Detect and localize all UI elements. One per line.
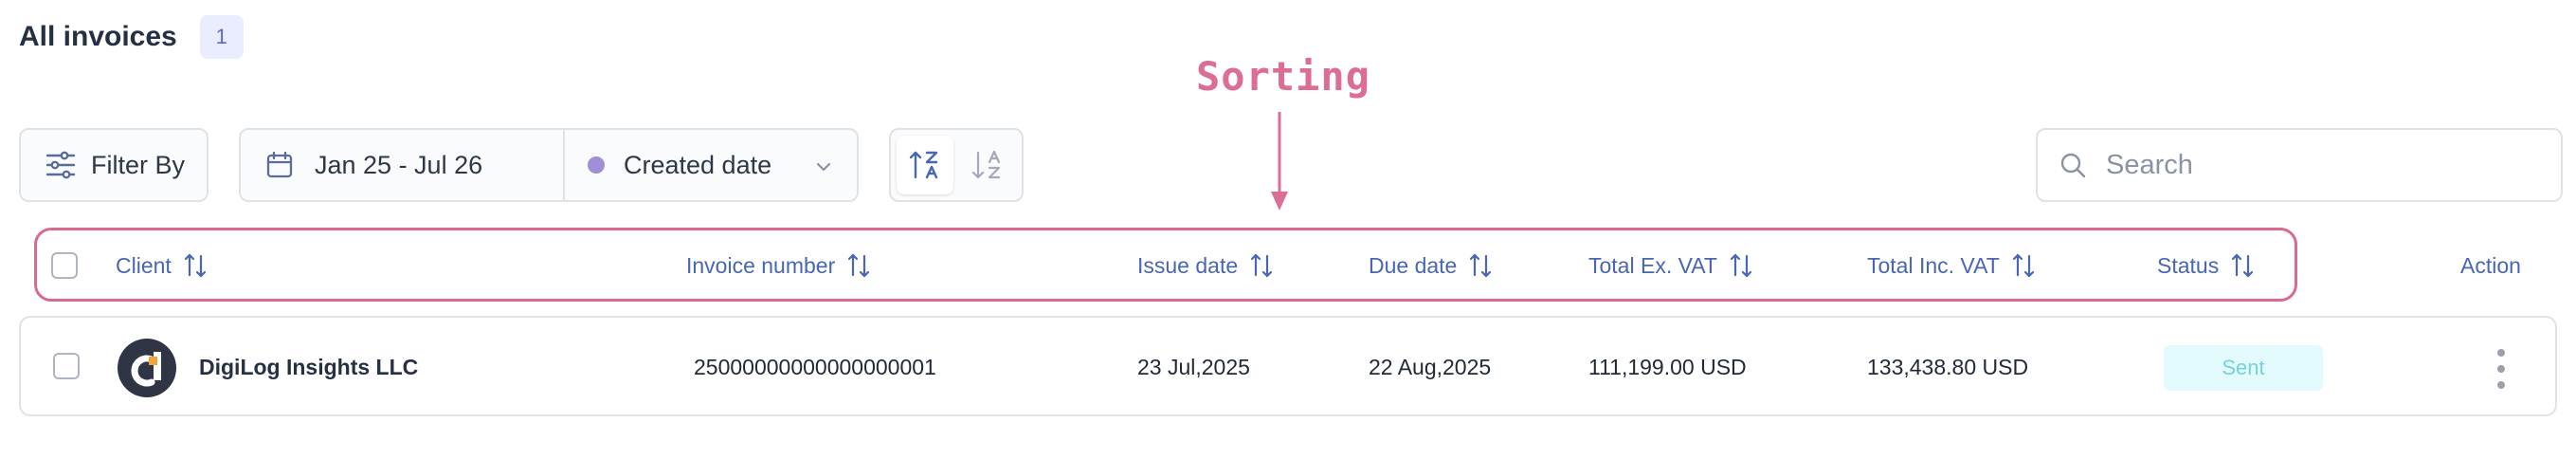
select-all-checkbox[interactable] [51,252,78,279]
client-logo-icon [131,352,161,387]
column-header-issue-date[interactable]: Issue date [1137,248,1274,283]
title-bar: All invoices 1 [19,13,244,61]
search-box[interactable]: Search [2036,128,2563,202]
filter-sliders-icon [45,151,76,179]
sort-arrows-icon[interactable] [1729,252,1753,279]
search-input[interactable]: Search [2106,150,2193,181]
date-filter-group: Jan 25 - Jul 26 Created date [239,128,859,202]
row-checkbox[interactable] [53,353,80,379]
client-name[interactable]: DigiLog Insights LLC [199,353,418,381]
issue-date-cell: 23 Jul,2025 [1137,354,1250,379]
column-header-label: Issue date [1137,252,1239,278]
invoice-number-cell: 25000000000000000001 [694,354,936,379]
column-header-action: Action [2460,248,2521,283]
sort-arrows-icon[interactable] [183,252,208,279]
annotation-arrow-icon [1271,112,1288,211]
total-inc-vat-cell: 133,438.80 USD [1867,354,2029,379]
date-range-label: Jan 25 - Jul 26 [315,150,483,179]
sort-arrows-icon[interactable] [1468,252,1493,279]
row-actions-menu-icon[interactable] [2489,349,2513,389]
sort-arrows-icon[interactable] [1249,252,1274,279]
chevron-down-icon [816,162,831,172]
sort-ascending-icon [909,151,938,179]
client-avatar [118,339,176,397]
column-header-status[interactable]: Status [2157,248,2255,283]
column-header-total-ex-vat[interactable]: Total Ex. VAT [1588,248,1753,283]
calendar-icon [266,151,293,178]
sort-field-dot-icon [588,156,605,174]
column-header-label: Status [2157,252,2220,278]
page-title: All invoices [19,21,177,52]
sort-arrows-icon[interactable] [2230,252,2255,279]
sort-arrows-icon[interactable] [846,252,871,279]
sort-direction-toggle [889,128,1024,202]
filter-by-label: Filter By [91,150,186,179]
column-header-label: Due date [1369,252,1458,278]
column-header-due-date[interactable]: Due date [1369,248,1493,283]
sort-arrows-icon[interactable] [2011,252,2036,279]
invoice-count-badge: 1 [199,15,244,59]
sort-descending-icon [971,150,1001,179]
status-badge: Sent [2164,345,2323,391]
sorting-annotation-label: Sorting [1196,53,1371,100]
due-date-cell: 22 Aug,2025 [1369,354,1492,379]
total-ex-vat-cell: 111,199.00 USD [1588,354,1747,379]
column-header-total-inc-vat[interactable]: Total Inc. VAT [1867,248,2036,283]
column-header-label: Total Inc. VAT [1867,252,2000,278]
filter-by-button[interactable]: Filter By [19,128,209,202]
sort-ascending-button[interactable] [897,136,953,194]
sort-field-label: Created date [624,150,772,179]
column-header-label: Client [116,252,172,278]
search-icon [2060,153,2086,178]
column-header-label: Action [2460,252,2521,278]
column-header-label: Total Ex. VAT [1588,252,1717,278]
column-header-invoice-number[interactable]: Invoice number [686,248,871,283]
column-header-label: Invoice number [686,252,836,278]
date-range-picker[interactable]: Jan 25 - Jul 26 [241,130,563,200]
sort-field-select[interactable]: Created date [565,130,857,200]
sort-descending-button[interactable] [959,136,1016,194]
column-header-client[interactable]: Client [116,248,208,283]
